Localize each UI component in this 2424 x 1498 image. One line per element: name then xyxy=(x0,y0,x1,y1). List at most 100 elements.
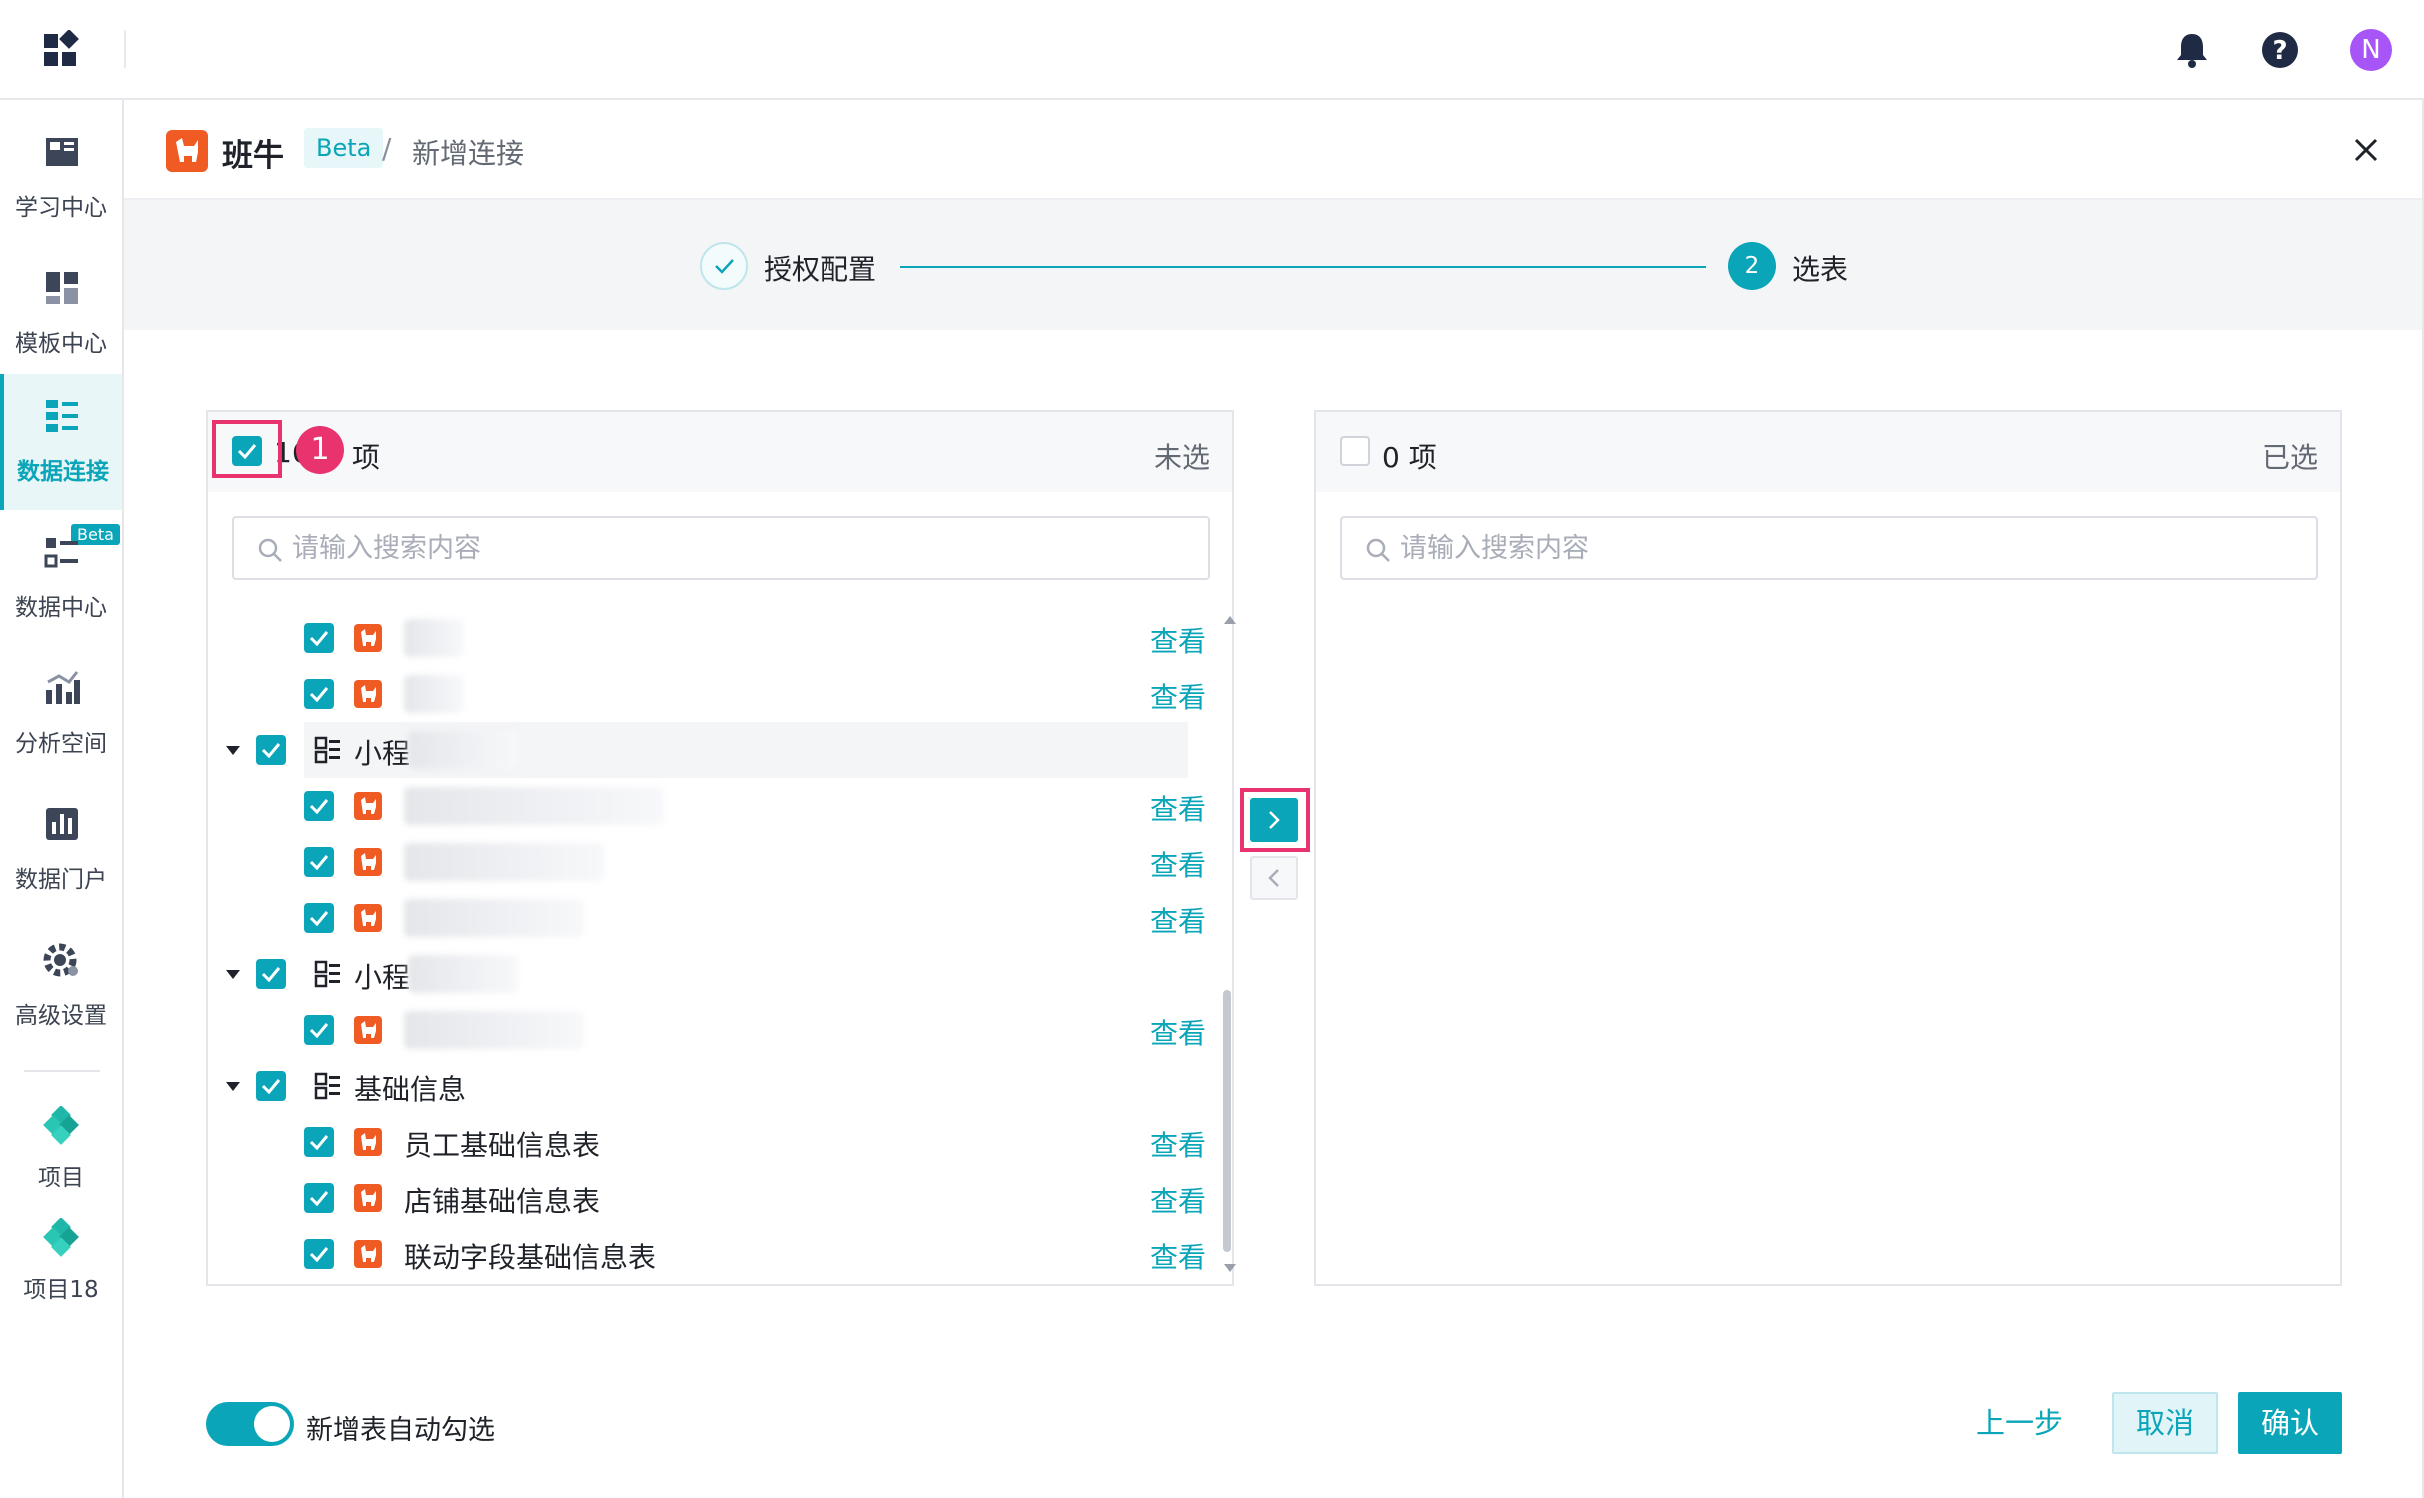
view-link[interactable]: 查看 xyxy=(1150,788,1206,828)
check-icon xyxy=(309,1135,329,1151)
scrollbar[interactable] xyxy=(1220,610,1236,1286)
nav-label: 数据门户 xyxy=(15,867,107,893)
scroll-up-icon[interactable] xyxy=(1224,616,1236,624)
breadcrumb-separator: / xyxy=(382,132,392,165)
row-checkbox[interactable] xyxy=(304,1183,334,1213)
table-row: 查看 xyxy=(208,666,1208,722)
toggle-knob xyxy=(254,1406,290,1442)
step-number: 2 xyxy=(1728,242,1776,290)
target-status: 已选 xyxy=(2261,441,2318,474)
help-icon[interactable]: ? xyxy=(2258,28,2302,72)
target-search[interactable] xyxy=(1340,516,2318,580)
row-checkbox[interactable] xyxy=(304,791,334,821)
view-link[interactable]: 查看 xyxy=(1150,1236,1206,1276)
scroll-thumb[interactable] xyxy=(1223,990,1231,1252)
banniu-table-icon xyxy=(354,848,382,876)
breadcrumb-current: 新增连接 xyxy=(412,137,525,170)
nav-label: 模板中心 xyxy=(15,331,107,357)
svg-text:?: ? xyxy=(2272,36,2287,66)
nav-item-project[interactable]: 项目 xyxy=(0,1090,122,1200)
check-icon xyxy=(715,259,734,274)
view-link[interactable]: 查看 xyxy=(1150,1124,1206,1164)
view-link[interactable]: 查看 xyxy=(1150,620,1206,660)
source-search[interactable] xyxy=(232,516,1210,580)
nav-item-data-connection[interactable]: 数据连接 xyxy=(0,374,122,510)
table-row: 查看 xyxy=(208,610,1208,666)
auto-select-label: 新增表自动勾选 xyxy=(306,1415,495,1446)
cancel-button[interactable]: 取消 xyxy=(2112,1392,2218,1454)
source-search-input[interactable] xyxy=(292,526,1172,570)
nav-label: 学习中心 xyxy=(15,195,107,221)
scroll-down-icon[interactable] xyxy=(1224,1264,1236,1272)
select-all-checkbox[interactable] xyxy=(1340,436,1370,466)
previous-step-button[interactable]: 上一步 xyxy=(1976,1392,2063,1454)
redacted-name xyxy=(404,619,464,657)
check-icon xyxy=(309,855,329,871)
check-icon xyxy=(309,687,329,703)
view-link[interactable]: 查看 xyxy=(1150,1012,1206,1052)
table-name: 员工基础信息表 xyxy=(404,1129,601,1162)
nav-item-data-portal[interactable]: 数据门户 xyxy=(0,782,122,918)
nav-item-advanced-settings[interactable]: 高级设置 xyxy=(0,918,122,1054)
banniu-table-icon xyxy=(354,624,382,652)
nav-divider xyxy=(24,1070,100,1072)
group-checkbox[interactable] xyxy=(256,735,286,765)
source-status: 未选 xyxy=(1153,441,1210,474)
step-done-indicator xyxy=(700,242,748,290)
row-checkbox[interactable] xyxy=(304,1239,334,1269)
step-badge-1: 1 xyxy=(296,426,344,474)
group-label: 基础信息 xyxy=(354,1073,467,1106)
group-label: 小程 xyxy=(354,737,411,770)
table-row: 查看 xyxy=(208,778,1208,834)
search-icon xyxy=(258,538,282,562)
step-label-auth: 授权配置 xyxy=(764,253,877,286)
redacted-name xyxy=(408,955,518,993)
collapse-caret-icon[interactable] xyxy=(226,1082,240,1091)
check-icon xyxy=(309,1023,329,1039)
step-connector xyxy=(900,266,1706,268)
group-row: 小程 xyxy=(208,722,1208,778)
row-checkbox[interactable] xyxy=(304,623,334,653)
bell-icon[interactable] xyxy=(2170,28,2214,72)
redacted-name xyxy=(404,1011,584,1049)
banniu-logo xyxy=(166,130,208,172)
row-checkbox[interactable] xyxy=(304,679,334,709)
apps-grid-icon[interactable] xyxy=(42,30,82,70)
move-left-button[interactable] xyxy=(1250,856,1298,900)
group-label: 小程 xyxy=(354,961,411,994)
collapse-caret-icon[interactable] xyxy=(226,746,240,755)
folder-grid-icon xyxy=(314,960,340,988)
view-link[interactable]: 查看 xyxy=(1150,900,1206,940)
row-checkbox[interactable] xyxy=(304,903,334,933)
target-search-input[interactable] xyxy=(1400,526,2280,570)
view-link[interactable]: 查看 xyxy=(1150,1180,1206,1220)
group-checkbox[interactable] xyxy=(256,1071,286,1101)
nav-item-project-18[interactable]: 项目18 xyxy=(0,1202,122,1312)
close-icon[interactable] xyxy=(2346,130,2386,170)
portal-icon xyxy=(46,808,78,840)
search-icon xyxy=(1366,538,1390,562)
view-link[interactable]: 查看 xyxy=(1150,676,1206,716)
nav-item-analysis-space[interactable]: 分析空间 xyxy=(0,646,122,782)
target-count: 0 项 xyxy=(1382,441,1437,474)
row-checkbox[interactable] xyxy=(304,847,334,877)
row-checkbox[interactable] xyxy=(304,1127,334,1157)
confirm-button[interactable]: 确认 xyxy=(2238,1392,2342,1454)
row-checkbox[interactable] xyxy=(304,1015,334,1045)
banniu-table-icon xyxy=(354,1184,382,1212)
nav-item-data-center[interactable]: Beta 数据中心 xyxy=(0,510,122,646)
nav-item-learning-center[interactable]: 学习中心 xyxy=(0,110,122,246)
check-icon xyxy=(309,631,329,647)
topbar-divider xyxy=(124,30,126,68)
check-icon xyxy=(309,911,329,927)
user-avatar[interactable]: N xyxy=(2350,29,2392,71)
collapse-caret-icon[interactable] xyxy=(226,970,240,979)
nav-label: 项目 xyxy=(38,1165,84,1191)
auto-select-toggle[interactable] xyxy=(206,1402,294,1446)
check-icon xyxy=(261,967,281,983)
nav-item-template-center[interactable]: 模板中心 xyxy=(0,246,122,382)
banniu-table-icon xyxy=(354,1128,382,1156)
target-panel-header: 0 项 已选 xyxy=(1316,412,2340,492)
view-link[interactable]: 查看 xyxy=(1150,844,1206,884)
group-checkbox[interactable] xyxy=(256,959,286,989)
